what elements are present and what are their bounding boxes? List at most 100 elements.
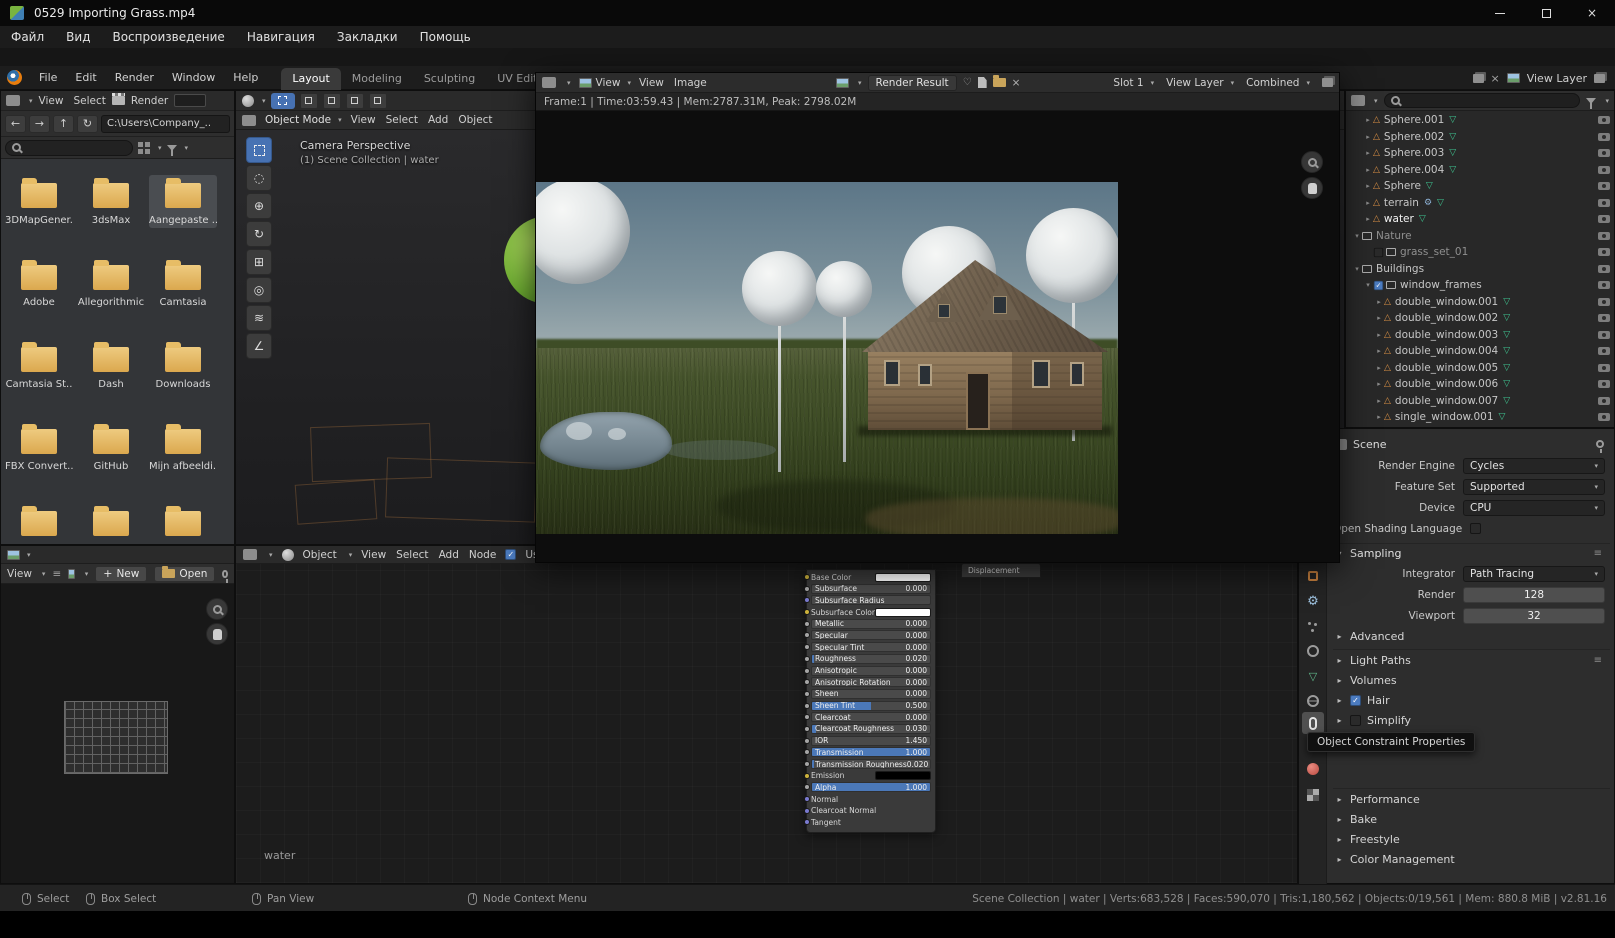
editor-type-icon[interactable] xyxy=(6,95,20,106)
render-visibility-icon[interactable] xyxy=(1598,265,1610,273)
purple-socket-icon[interactable] xyxy=(804,597,810,603)
close-button[interactable]: × xyxy=(1569,0,1615,26)
material-properties-tab[interactable] xyxy=(1302,758,1324,780)
gray-socket-icon[interactable] xyxy=(804,656,810,662)
display-mode-grid-icon[interactable] xyxy=(138,142,150,154)
outliner-item[interactable]: ▸△double_window.001▽ xyxy=(1346,294,1614,311)
render-visibility-icon[interactable] xyxy=(1598,182,1610,190)
outliner-search-input[interactable] xyxy=(1384,93,1581,108)
node-menu-add[interactable]: Add xyxy=(439,549,459,561)
tool-button[interactable]: ◌ xyxy=(246,165,272,191)
maximize-button[interactable] xyxy=(1523,0,1569,26)
editor-type-icon[interactable] xyxy=(542,77,556,88)
folder-tile[interactable] xyxy=(5,503,73,544)
open-image-button[interactable]: Open xyxy=(154,566,215,582)
pan-gizmo[interactable] xyxy=(1301,177,1323,199)
viewport-menu-select[interactable]: Select xyxy=(386,114,418,126)
disclosure-right-icon[interactable]: ▸ xyxy=(1374,380,1384,388)
outliner-filter-icon[interactable] xyxy=(1586,98,1596,104)
node-value-slider[interactable]: Subsurface0.000 xyxy=(811,584,931,594)
panel-header-performance[interactable]: ▸Performance xyxy=(1333,789,1610,809)
render-visibility-icon[interactable] xyxy=(1598,248,1610,256)
render-visibility-icon[interactable] xyxy=(1598,331,1610,339)
color-swatch[interactable] xyxy=(875,573,931,582)
outliner-item[interactable]: ▸△double_window.005▽ xyxy=(1346,360,1614,377)
outliner-item[interactable]: grass_set_01 xyxy=(1346,244,1614,261)
new-image-icon[interactable] xyxy=(978,77,987,88)
outliner-item[interactable]: ▾Nature xyxy=(1346,228,1614,245)
node-input-row[interactable]: IOR1.450 xyxy=(811,736,931,746)
folder-tile[interactable]: Camtasia xyxy=(149,257,217,310)
disclosure-right-icon[interactable]: ▸ xyxy=(1363,149,1373,157)
folder-tile[interactable]: Adobe xyxy=(5,257,73,310)
zoom-gizmo[interactable] xyxy=(1301,151,1323,173)
player-menu-item[interactable]: Воспроизведение xyxy=(101,30,235,44)
viewport-menu-object[interactable]: Object xyxy=(458,114,492,126)
outliner-item[interactable]: ▸△Sphere▽ xyxy=(1346,178,1614,195)
physics-properties-tab[interactable] xyxy=(1302,640,1324,662)
view-layer-label[interactable]: View Layer xyxy=(1527,72,1587,85)
editor-type-icon[interactable] xyxy=(242,115,256,126)
file-browser-menu-view[interactable]: View xyxy=(39,95,64,107)
render-visibility-icon[interactable] xyxy=(1598,232,1610,240)
node-input-row[interactable]: Clearcoat Normal xyxy=(811,806,931,816)
player-menu-item[interactable]: Закладки xyxy=(326,30,409,44)
unlink-icon[interactable]: × xyxy=(1012,77,1021,89)
node-input-row[interactable]: Clearcoat0.000 xyxy=(811,712,931,722)
up-button[interactable]: ↑ xyxy=(53,115,74,133)
node-input-row[interactable]: Transmission Roughness0.020 xyxy=(811,759,931,769)
viewport-menu-add[interactable]: Add xyxy=(428,114,448,126)
node-value-slider[interactable]: Sheen0.000 xyxy=(811,689,931,699)
tool-button[interactable]: ∠ xyxy=(246,333,272,359)
folder-tile[interactable]: 3DMapGener.. xyxy=(5,175,73,228)
render-canvas[interactable] xyxy=(536,111,1339,562)
render-visibility-icon[interactable] xyxy=(1598,281,1610,289)
folder-tile[interactable]: Mijn afbeeldi.. xyxy=(149,421,217,474)
filter-icon[interactable] xyxy=(167,145,177,151)
image-name-field[interactable]: Render Result xyxy=(868,75,957,91)
topbar-menu-window[interactable]: Window xyxy=(163,71,224,84)
open-image-icon[interactable] xyxy=(993,78,1006,87)
refresh-button[interactable]: ↻ xyxy=(77,115,98,133)
gray-socket-icon[interactable] xyxy=(804,621,810,627)
outliner-item[interactable]: ▸△Sphere.004▽ xyxy=(1346,162,1614,179)
disclosure-right-icon[interactable]: ▸ xyxy=(1363,199,1373,207)
gray-socket-icon[interactable] xyxy=(804,668,810,674)
outliner-item[interactable]: ▸△double_window.002▽ xyxy=(1346,310,1614,327)
outliner-item[interactable]: ▸△Sphere.001▽ xyxy=(1346,112,1614,129)
node-input-row[interactable]: Subsurface0.000 xyxy=(811,584,931,594)
render-visibility-icon[interactable] xyxy=(1598,166,1610,174)
render-visibility-icon[interactable] xyxy=(1598,215,1610,223)
node-value-slider[interactable]: Specular0.000 xyxy=(811,630,931,640)
render-visibility-icon[interactable] xyxy=(1598,199,1610,207)
outliner-item[interactable]: ▸△Sphere.003▽ xyxy=(1346,145,1614,162)
view-layer-dropdown[interactable]: View Layer▾ xyxy=(1166,77,1234,89)
zoom-gizmo[interactable] xyxy=(206,598,228,620)
outliner-item[interactable]: ▸△double_window.007▽ xyxy=(1346,393,1614,410)
node-value-slider[interactable]: Anisotropic0.000 xyxy=(811,666,931,676)
gray-socket-icon[interactable] xyxy=(804,703,810,709)
pin-icon[interactable] xyxy=(1596,440,1604,448)
outliner-item[interactable]: ▸△Sphere.002▽ xyxy=(1346,129,1614,146)
disclosure-down-icon[interactable]: ▾ xyxy=(1363,281,1373,289)
folder-tile[interactable]: GitHub xyxy=(77,421,145,474)
node-value-slider[interactable]: Specular Tint0.000 xyxy=(811,642,931,652)
render-visibility-icon[interactable] xyxy=(1598,380,1610,388)
gray-socket-icon[interactable] xyxy=(804,691,810,697)
back-button[interactable]: ← xyxy=(5,115,26,133)
gray-socket-icon[interactable] xyxy=(804,761,810,767)
disclosure-down-icon[interactable]: ▾ xyxy=(1352,265,1362,273)
folder-tile[interactable]: 3dsMax xyxy=(77,175,145,228)
disclosure-right-icon[interactable]: ▸ xyxy=(1374,331,1384,339)
principled-bsdf-node[interactable]: Base ColorSubsurface0.000Subsurface Radi… xyxy=(806,569,936,833)
tool-button[interactable]: ↻ xyxy=(246,221,272,247)
file-browser-menu-select[interactable]: Select xyxy=(73,95,105,107)
node-input-row[interactable]: Sheen Tint0.500 xyxy=(811,701,931,711)
workspace-tab-sculpting[interactable]: Sculpting xyxy=(413,68,486,90)
disclosure-right-icon[interactable]: ▸ xyxy=(1374,298,1384,306)
constraints-properties-tab[interactable] xyxy=(1302,712,1324,734)
disclosure-right-icon[interactable]: ▸ xyxy=(1363,133,1373,141)
outliner-item[interactable]: ▸△water▽ xyxy=(1346,211,1614,228)
gray-socket-icon[interactable] xyxy=(804,632,810,638)
panel-header-simplify[interactable]: ▸Simplify xyxy=(1333,710,1610,730)
